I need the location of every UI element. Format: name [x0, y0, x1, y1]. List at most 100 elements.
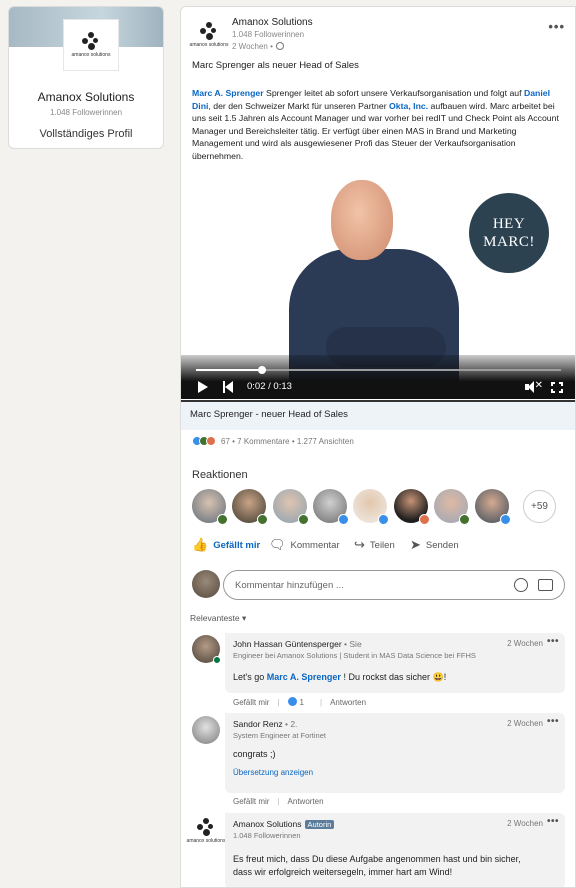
commenter-headline: 1.048 Followerinnen — [233, 831, 301, 840]
share-button[interactable]: ↪ Teilen — [354, 537, 395, 552]
video-caption: Marc Sprenger - neuer Head of Sales — [190, 409, 348, 420]
comment-input[interactable]: Kommentar hinzufügen ... — [223, 570, 565, 600]
mention-link[interactable]: Okta, Inc. — [389, 101, 428, 111]
post-body-text: Sprenger leitet ab sofort unsere Verkauf… — [263, 88, 524, 98]
more-reactors-button[interactable]: +59 — [523, 490, 556, 523]
love-badge-icon — [419, 514, 430, 525]
company-profile-card: amanox solutions Amanox Solutions 1.048 … — [8, 6, 164, 149]
comment-like-count: 1 — [287, 697, 312, 707]
reactor-avatar[interactable] — [232, 489, 268, 525]
thumbs-up-icon: 👍 — [192, 537, 209, 552]
post-body: Marc A. Sprenger Sprenger leitet ab sofo… — [192, 87, 564, 163]
commenter-name-text: Amanox Solutions — [233, 819, 302, 829]
video-caption-bar[interactable]: Marc Sprenger - neuer Head of Sales — [181, 400, 575, 430]
comment-text-part: ! Du rockst das sicher 😃! — [340, 672, 447, 682]
like-badge-icon — [338, 514, 349, 525]
amanox-logo-icon — [196, 818, 216, 836]
like-count-icon — [287, 697, 297, 706]
comment-like-button[interactable]: Gefällt mir — [233, 698, 269, 707]
video-progress-fill — [196, 369, 262, 371]
muted-x-icon: ✕ — [534, 380, 543, 391]
mention-link[interactable]: Marc A. Sprenger — [192, 88, 264, 98]
skip-back-icon[interactable] — [223, 381, 233, 393]
video-progress-bar[interactable] — [196, 366, 561, 374]
reactor-avatar[interactable] — [273, 489, 309, 525]
separator: | — [319, 698, 323, 707]
celebrate-badge-icon — [459, 514, 470, 525]
reactor-avatar[interactable] — [192, 489, 228, 525]
fullscreen-icon[interactable] — [551, 382, 563, 393]
post-header: amanox solutions Amanox Solutions 1.048 … — [190, 17, 571, 57]
commenter-headline: Engineer bei Amanox Solutions | Student … — [233, 651, 476, 660]
post-author-name[interactable]: Amanox Solutions — [232, 17, 313, 28]
comment-reply-button[interactable]: Antworten — [288, 797, 324, 806]
company-logo[interactable]: amanox solutions — [63, 19, 119, 71]
emoji-icon[interactable] — [514, 578, 528, 592]
comment-actions: Gefällt mir | 1 | Antworten — [233, 697, 374, 707]
share-icon: ↪ — [354, 537, 365, 552]
like-badge-icon — [500, 514, 511, 525]
hey-marc-badge: HEY MARC! — [469, 193, 549, 273]
reactions-heading: Reaktionen — [192, 469, 248, 481]
like-badge-icon — [378, 514, 389, 525]
separator: | — [277, 797, 280, 806]
globe-icon — [276, 42, 285, 50]
like-label: Gefällt mir — [213, 539, 261, 551]
hey-text: HEY — [492, 216, 526, 232]
comment-placeholder: Kommentar hinzufügen ... — [235, 580, 344, 591]
comment-reply-button[interactable]: Antworten — [330, 698, 366, 707]
post-title: Marc Sprenger als neuer Head of Sales — [192, 60, 359, 71]
post-time-text: 2 Wochen • — [232, 42, 273, 51]
show-translation-link[interactable]: Übersetzung anzeigen — [233, 768, 313, 777]
commenter-name[interactable]: John Hassan Güntensperger • Sie — [233, 639, 362, 649]
mention-link[interactable]: Marc A. Sprenger — [267, 672, 341, 682]
comment-like-button[interactable]: Gefällt mir — [233, 797, 269, 806]
send-button[interactable]: ➤ Senden — [410, 538, 459, 551]
commenter-avatar[interactable] — [192, 716, 220, 744]
commenter-name-text: Sandor Renz — [233, 719, 283, 729]
company-name[interactable]: Amanox Solutions — [9, 90, 163, 104]
celebrate-badge-icon — [298, 514, 309, 525]
comment-text-part: Let's go — [233, 672, 267, 682]
image-icon[interactable] — [538, 579, 553, 591]
post-more-options-button[interactable]: ••• — [548, 19, 565, 34]
comment-time: 2 Wochen — [507, 639, 543, 648]
social-counts[interactable]: 67 • 7 Kommentare • 1.277 Ansichten — [192, 436, 354, 446]
commenter-name[interactable]: Amanox Solutions Autorin — [233, 819, 335, 829]
author-badge: Autorin — [304, 820, 335, 829]
commenter-name[interactable]: Sandor Renz • 2. — [233, 719, 297, 729]
comment-more-options-button[interactable]: ••• — [547, 716, 559, 727]
reactor-avatar[interactable] — [475, 489, 511, 525]
comment-button[interactable]: 🗨 Kommentar — [269, 538, 340, 551]
reactor-avatar[interactable] — [353, 489, 389, 525]
post-body-text: , der den Schweizer Markt für unseren Pa… — [208, 100, 390, 111]
video-progress-thumb[interactable] — [257, 366, 266, 374]
like-button[interactable]: 👍 Gefällt mir — [192, 537, 261, 552]
separator: | — [277, 698, 280, 707]
comment-more-options-button[interactable]: ••• — [547, 816, 559, 827]
reactor-avatar[interactable] — [434, 489, 470, 525]
comment-item: John Hassan Güntensperger • Sie Engineer… — [225, 633, 565, 693]
commenter-avatar[interactable] — [192, 635, 221, 664]
comment-text-line: Es freut mich, dass Du diese Aufgabe ang… — [233, 854, 521, 864]
video-person-head — [331, 180, 393, 260]
video-controls: 0:02 / 0:13 ✕ — [181, 355, 575, 399]
current-user-avatar[interactable] — [192, 570, 220, 598]
comment-time: 2 Wochen — [507, 719, 543, 728]
comment-more-options-button[interactable]: ••• — [547, 636, 559, 647]
comment-text: congrats ;) — [233, 749, 276, 759]
video-player[interactable]: HEY MARC! 0:02 / 0:13 ✕ — [181, 177, 575, 399]
amanox-logo-icon — [81, 32, 101, 50]
reactor-avatar[interactable] — [394, 489, 430, 525]
post-author-logo[interactable]: amanox solutions — [190, 17, 228, 53]
play-icon[interactable] — [198, 381, 208, 393]
online-status-icon — [213, 656, 221, 664]
commenter-logo[interactable]: amanox solutions — [187, 817, 225, 845]
love-reaction-icon — [206, 436, 216, 446]
comment-sort-dropdown[interactable]: Relevanteste ▾ — [190, 613, 246, 624]
post-action-bar: 👍 Gefällt mir 🗨 Kommentar ↪ Teilen ➤ Senden — [192, 537, 562, 557]
full-profile-link[interactable]: Vollständiges Profil — [9, 128, 163, 140]
share-label: Teilen — [369, 539, 395, 551]
post-author-followers: 1.048 Followerinnen — [232, 30, 305, 39]
reactor-avatar[interactable] — [313, 489, 349, 525]
